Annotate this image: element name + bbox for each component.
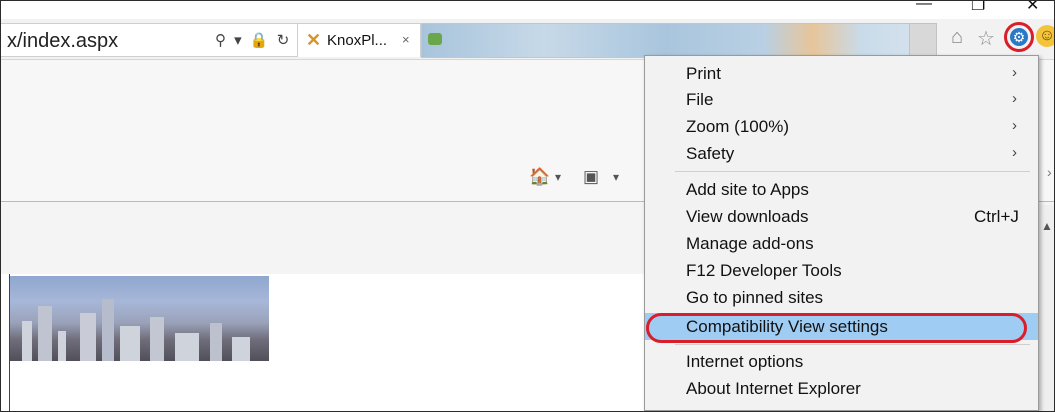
menu-item-label: Internet options: [686, 352, 804, 371]
favorites-star-icon[interactable]: ☆: [977, 26, 995, 51]
submenu-arrow-icon: ›: [1012, 117, 1017, 134]
menu-item-internet-options[interactable]: Internet options: [645, 348, 1038, 375]
menu-item-label: View downloads: [686, 207, 809, 226]
feedback-smiley-icon[interactable]: ☺: [1036, 25, 1054, 47]
menu-item-label: Zoom (100%): [686, 117, 789, 136]
menu-item-label: Go to pinned sites: [686, 288, 824, 307]
tab-blurred[interactable]: [421, 23, 911, 58]
menu-item-manage-add-ons[interactable]: Manage add-ons: [645, 230, 1038, 257]
tools-button-annotation[interactable]: ⚙: [1004, 22, 1034, 52]
menu-item-f12-developer-tools[interactable]: F12 Developer Tools: [645, 257, 1038, 284]
menu-item-shortcut: Ctrl+J: [974, 207, 1019, 226]
submenu-arrow-icon: ›: [1012, 144, 1017, 161]
menu-item-label: Print: [686, 64, 721, 83]
compatibility-annotation-ring: [646, 313, 1027, 343]
menu-item-print[interactable]: Print ›: [645, 60, 1038, 87]
menu-item-add-site-to-apps[interactable]: Add site to Apps: [645, 176, 1038, 203]
minimize-button[interactable]: —: [916, 1, 932, 13]
scroll-up-icon[interactable]: ▲: [1041, 219, 1053, 233]
home-icon[interactable]: 🏠: [529, 167, 550, 187]
vertical-scrollbar[interactable]: ▲: [1037, 205, 1054, 411]
more-commands-icon[interactable]: ›: [1047, 164, 1052, 180]
chevron-down-icon[interactable]: ▾: [555, 170, 561, 184]
restore-button[interactable]: ❐: [971, 1, 985, 15]
menu-item-about-internet-explorer[interactable]: About Internet Explorer: [645, 375, 1038, 402]
menu-item-go-to-pinned-sites[interactable]: Go to pinned sites: [645, 284, 1038, 311]
menu-item-label: About Internet Explorer: [686, 379, 861, 398]
close-window-button[interactable]: ✕: [1026, 1, 1039, 15]
browser-toolbar: x/index.aspx ⚲ ▾ 🔒 ↻ ✕ KnoxPl... × ⌂ ☆ ⚙…: [1, 19, 1054, 60]
browser-window: — ❐ ✕ x/index.aspx ⚲ ▾ 🔒 ↻ ✕ KnoxPl... ×…: [0, 0, 1055, 412]
feeds-icon[interactable]: ▣: [583, 167, 599, 187]
menu-item-file[interactable]: File ›: [645, 86, 1038, 113]
menu-item-label: Manage add-ons: [686, 234, 814, 253]
city-skyline-image: [10, 276, 269, 361]
menu-separator: [675, 171, 1030, 172]
site-favicon-icon: [428, 33, 442, 45]
gear-icon[interactable]: ⚙: [1010, 28, 1028, 46]
menu-item-view-downloads[interactable]: View downloads Ctrl+J: [645, 203, 1038, 230]
home-icon[interactable]: ⌂: [951, 26, 963, 49]
tools-menu: Print › File › Zoom (100%) › Safety › Ad…: [644, 55, 1039, 411]
tab-close-icon[interactable]: ×: [402, 32, 410, 47]
address-controls-icons[interactable]: ⚲ ▾ 🔒 ↻: [215, 31, 291, 49]
menu-item-label: Add site to Apps: [686, 180, 809, 199]
menu-item-label: F12 Developer Tools: [686, 261, 842, 280]
menu-item-safety[interactable]: Safety ›: [645, 140, 1038, 167]
tab-title: KnoxPl...: [327, 32, 388, 49]
menu-item-zoom[interactable]: Zoom (100%) ›: [645, 113, 1038, 140]
tab-knoxplans[interactable]: ✕ KnoxPl... ×: [297, 23, 421, 57]
new-tab-button[interactable]: [909, 23, 937, 58]
chevron-down-icon[interactable]: ▾: [613, 170, 619, 184]
address-url[interactable]: x/index.aspx: [7, 30, 118, 53]
menu-item-label: File: [686, 90, 714, 109]
site-logo-icon: ✕: [306, 30, 322, 50]
submenu-arrow-icon: ›: [1012, 64, 1017, 81]
menu-separator: [675, 344, 1030, 345]
address-bar[interactable]: x/index.aspx ⚲ ▾ 🔒 ↻: [1, 23, 298, 57]
submenu-arrow-icon: ›: [1012, 90, 1017, 107]
menu-item-label: Safety: [686, 144, 735, 163]
